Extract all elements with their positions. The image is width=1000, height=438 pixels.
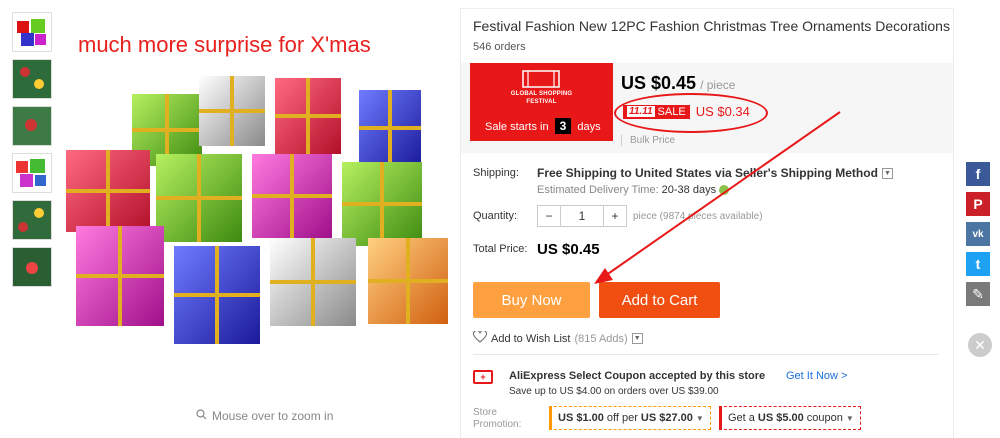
thumbnail-4[interactable]: [12, 153, 52, 193]
thumbnail-5[interactable]: [12, 200, 52, 240]
thumbnail-1[interactable]: [12, 12, 52, 52]
quantity-input[interactable]: 1: [560, 206, 604, 226]
get-coupon-link[interactable]: Get It Now >: [786, 370, 847, 382]
product-title: Festival Fashion New 12PC Fashion Christ…: [473, 18, 950, 34]
festival-name: GLOBAL SHOPPING FESTIVAL: [510, 91, 573, 105]
wish-list-link[interactable]: Add to Wish List (815 Adds) ▼: [473, 330, 643, 346]
shipping-method-selector[interactable]: Free Shipping to United States via Selle…: [537, 166, 893, 180]
sale-badge-logo: 11.11: [627, 106, 655, 117]
zoom-hint: Mouse over to zoom in: [196, 409, 333, 423]
coupon-title: AliExpress Select Coupon accepted by thi…: [509, 370, 766, 382]
sale-price: US $0.34: [695, 104, 750, 119]
chevron-down-icon: ▼: [695, 413, 704, 423]
price-display: US $0.45/ piece: [621, 73, 735, 94]
price-area: GLOBAL SHOPPING FESTIVAL Sale starts in …: [461, 63, 953, 153]
chevron-down-icon[interactable]: ▼: [631, 333, 643, 344]
quantity-increase-button[interactable]: +: [604, 206, 626, 226]
thumbnail-list: [12, 12, 54, 294]
info-icon[interactable]: [719, 185, 730, 195]
product-detail-panel: Festival Fashion New 12PC Fashion Christ…: [460, 8, 954, 438]
delivery-estimate: Estimated Delivery Time: 20-38 days: [537, 184, 730, 196]
quantity-stepper: − 1 +: [537, 205, 627, 227]
total-price-label: Total Price:: [473, 243, 528, 255]
pinterest-icon[interactable]: P: [966, 192, 990, 216]
sale-badge: 11.11 SALE: [623, 104, 690, 119]
quantity-label: Quantity:: [473, 210, 518, 222]
magnifier-icon: [196, 409, 207, 423]
heart-icon: [473, 330, 487, 346]
order-count: 546 orders: [473, 41, 526, 53]
sale-price-row: 11.11 SALE US $0.34: [623, 104, 750, 119]
sale-countdown: Sale starts in 3 days: [485, 118, 601, 134]
share-bar: f P vk t ✎: [966, 162, 992, 312]
coupon-subtitle: Save up to US $4.00 on orders over US $3…: [509, 386, 719, 397]
twitter-icon[interactable]: t: [966, 252, 990, 276]
close-icon[interactable]: ✕: [968, 333, 992, 357]
total-price-value: US $0.45: [537, 241, 600, 258]
bulk-price-link[interactable]: Bulk Price: [621, 135, 675, 146]
quantity-decrease-button[interactable]: −: [538, 206, 560, 226]
coupon-icon: +: [473, 370, 493, 384]
store-promotion-label: Store Promotion:: [473, 407, 522, 430]
image-gallery: much more surprise for X'mas Mouse over …: [0, 0, 460, 438]
store-promotion-chip-coupon[interactable]: Get a US $5.00 coupon ▼: [719, 406, 861, 430]
zoom-hint-text: Mouse over to zoom in: [212, 409, 334, 423]
buy-now-button[interactable]: Buy Now: [473, 282, 590, 318]
facebook-icon[interactable]: f: [966, 162, 990, 186]
countdown-days: 3: [554, 118, 572, 134]
price-unit: / piece: [700, 78, 736, 92]
chevron-down-icon: ▼: [845, 413, 854, 423]
shipping-text: Free Shipping to United States via Selle…: [537, 166, 878, 180]
product-page: much more surprise for X'mas Mouse over …: [0, 0, 1000, 438]
thumbnail-2[interactable]: [12, 59, 52, 99]
add-to-cart-button[interactable]: Add to Cart: [599, 282, 720, 318]
chevron-down-icon: ▼: [881, 167, 893, 179]
store-promotion-chip-discount[interactable]: US $1.00 off per US $27.00 ▼: [549, 406, 711, 430]
image-promo-text: much more surprise for X'mas: [78, 32, 371, 57]
wish-list-label: Add to Wish List: [491, 332, 571, 345]
delivery-days: 20-38 days: [661, 184, 717, 196]
vk-icon[interactable]: vk: [966, 222, 990, 246]
action-buttons: Buy Now Add to Cart: [473, 282, 720, 318]
quantity-row: − 1 + piece (9874 pieces available): [537, 205, 763, 227]
thumbnail-3[interactable]: [12, 106, 52, 146]
stock-availability: piece (9874 pieces available): [633, 210, 763, 222]
product-main-image[interactable]: [62, 14, 454, 374]
festival-banner[interactable]: GLOBAL SHOPPING FESTIVAL Sale starts in …: [470, 63, 613, 141]
edit-icon[interactable]: ✎: [966, 282, 990, 306]
section-divider: [473, 354, 939, 355]
thumbnail-6[interactable]: [12, 247, 52, 287]
wish-list-count: (815 Adds): [574, 332, 628, 345]
price-value: US $0.45: [621, 73, 697, 93]
shipping-label: Shipping:: [473, 167, 519, 179]
